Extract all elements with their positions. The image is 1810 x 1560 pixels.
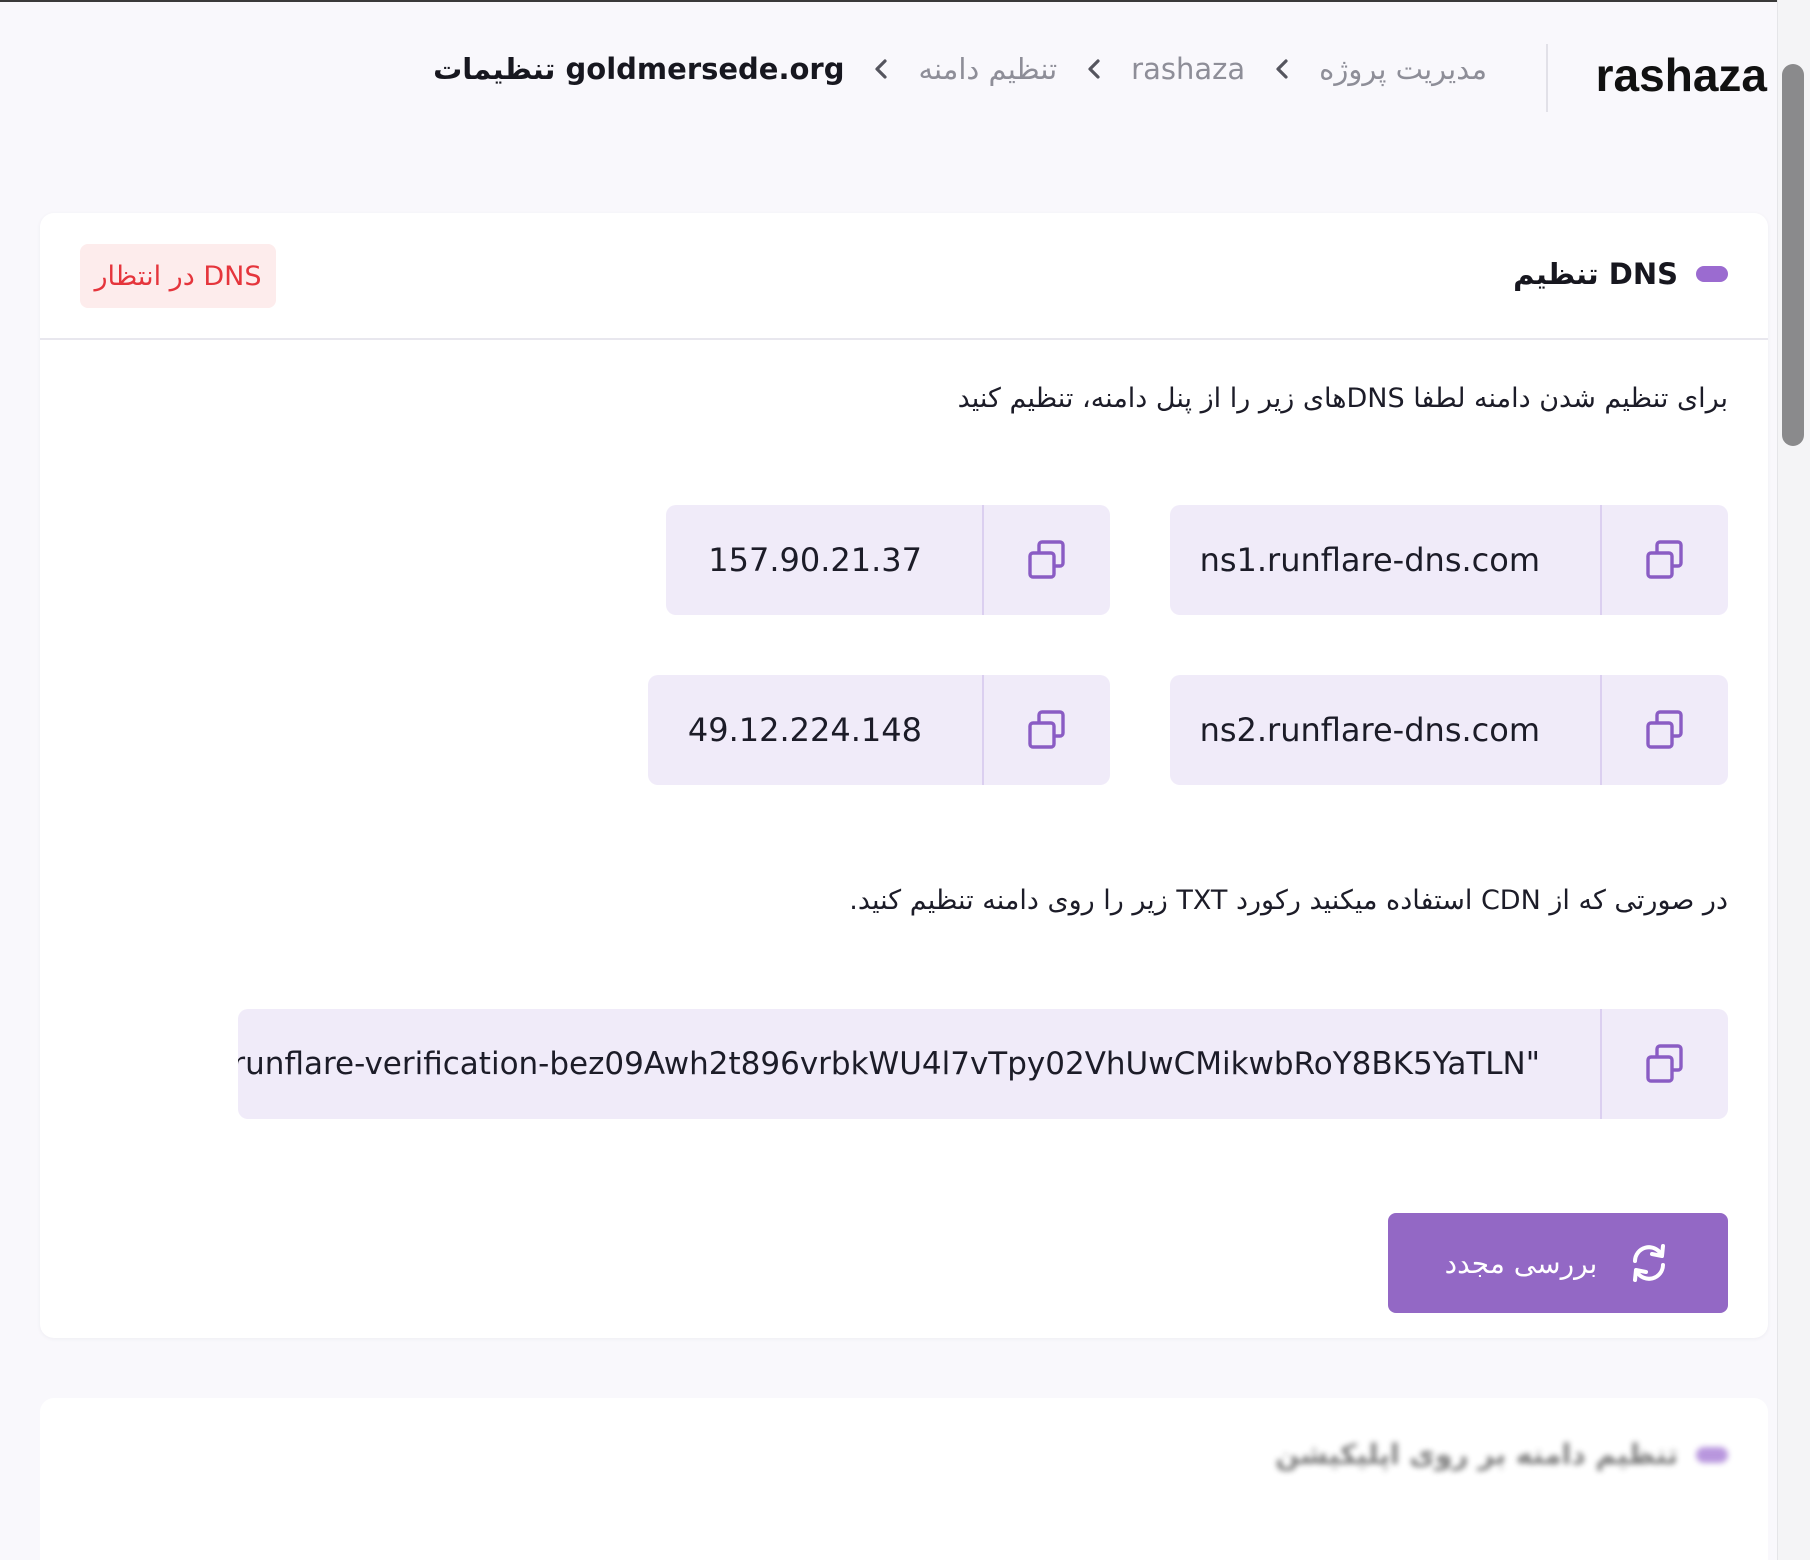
recheck-label: بررسی مجدد — [1444, 1246, 1598, 1280]
nameserver-1-host: ns1.runflare-dns.com — [1199, 541, 1540, 579]
breadcrumb-item-domain-settings[interactable]: تنظیم دامنه — [918, 52, 1057, 86]
card-header: تنظیم DNS در انتظار DNS — [40, 213, 1768, 340]
app-domain-card-title: تنظیم دامنه بر روی اپلیکیشن — [1275, 1438, 1678, 1471]
copy-icon — [1646, 1044, 1683, 1083]
breadcrumb-item-project[interactable]: rashaza — [1131, 52, 1245, 86]
breadcrumb-item-current: تنظیمات goldmersede.org — [433, 52, 845, 86]
dns-settings-card: تنظیم DNS در انتظار DNS برای تنظیم شدن د… — [40, 213, 1768, 1338]
txt-record-value: "runflare-verification-bez09Awh2t896vrbk… — [238, 1046, 1540, 1082]
nameserver-1-field: ns1.runflare-dns.com — [1170, 505, 1728, 615]
recheck-button[interactable]: بررسی مجدد — [1388, 1213, 1728, 1313]
ip-2-value: 49.12.224.148 — [687, 711, 922, 749]
copy-button[interactable] — [1600, 1009, 1728, 1119]
cdn-instruction: در صورتی که از CDN استفاده میکنید رکورد … — [849, 885, 1728, 916]
copy-icon — [1028, 710, 1065, 749]
header-divider — [1546, 44, 1548, 112]
app-domain-card: تنظیم دامنه بر روی اپلیکیشن — [40, 1398, 1768, 1560]
refresh-icon — [1633, 1244, 1666, 1282]
project-brand[interactable]: rashaza — [1596, 48, 1767, 102]
breadcrumb: مدیریت پروژه rashaza تنظیم دامنه تنظیمات… — [433, 52, 1487, 86]
breadcrumb-item-project-management[interactable]: مدیریت پروژه — [1319, 52, 1487, 86]
card-title-group: تنظیم دامنه بر روی اپلیکیشن — [1275, 1438, 1728, 1471]
copy-icon — [1028, 540, 1065, 579]
nameserver-2-field: ns2.runflare-dns.com — [1170, 675, 1728, 785]
card-title: تنظیم DNS — [1513, 257, 1678, 291]
page-header: rashaza مدیریت پروژه rashaza تنظیم دامنه… — [0, 0, 1777, 150]
copy-icon — [1646, 540, 1683, 579]
ip-1-value: 157.90.21.37 — [708, 541, 922, 579]
title-marker — [1696, 1446, 1728, 1463]
txt-record-field: "runflare-verification-bez09Awh2t896vrbk… — [238, 1009, 1728, 1119]
copy-button[interactable] — [1600, 505, 1728, 615]
chevron-left-icon — [1085, 55, 1103, 83]
ip-2-field: 49.12.224.148 — [648, 675, 1110, 785]
chevron-left-icon — [1273, 55, 1291, 83]
status-badge: در انتظار DNS — [80, 244, 276, 308]
copy-button[interactable] — [1600, 675, 1728, 785]
ip-1-field: 157.90.21.37 — [666, 505, 1110, 615]
nameserver-2-host: ns2.runflare-dns.com — [1199, 711, 1540, 749]
dns-instruction: برای تنظیم شدن دامنه لطفا DNSهای زیر را … — [957, 383, 1728, 414]
title-marker — [1696, 266, 1728, 282]
copy-button[interactable] — [982, 675, 1110, 785]
scrollbar-thumb[interactable] — [1782, 64, 1804, 446]
chevron-left-icon — [872, 55, 890, 83]
copy-icon — [1646, 710, 1683, 749]
copy-button[interactable] — [982, 505, 1110, 615]
card-title-group: تنظیم DNS — [1513, 257, 1728, 291]
